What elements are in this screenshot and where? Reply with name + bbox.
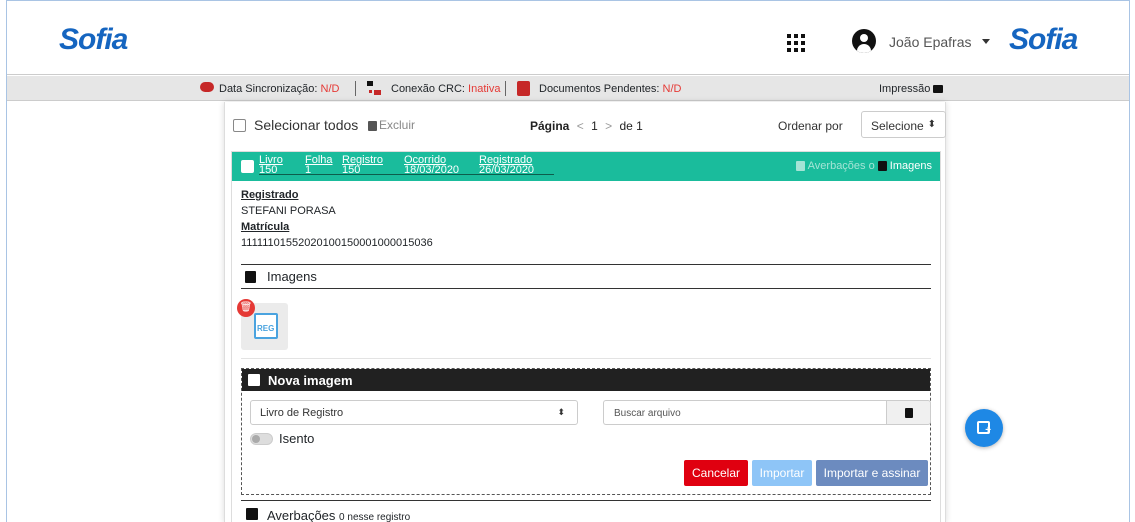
file-icon bbox=[905, 408, 913, 418]
new-image-form: Nova imagem Livro de Registro ⬍ Buscar a… bbox=[241, 368, 931, 495]
registrado-label: Registrado bbox=[241, 189, 299, 201]
add-image-icon bbox=[248, 374, 260, 386]
header-underline bbox=[259, 174, 554, 175]
apps-grid-icon[interactable] bbox=[787, 34, 805, 52]
reg-document-icon: REG bbox=[254, 313, 278, 339]
col-registrado: Registrado 26/03/2020 bbox=[479, 154, 535, 176]
browse-file-button[interactable] bbox=[886, 400, 931, 425]
logo-text: Sofia bbox=[59, 23, 128, 56]
sync-label: Data Sincronização: bbox=[219, 83, 318, 95]
crc-value: Inativa bbox=[468, 83, 501, 95]
new-image-title: Nova imagem bbox=[268, 373, 353, 388]
trash-icon bbox=[368, 120, 377, 131]
averbacoes-section-title: Averbações 0 nesse registro bbox=[241, 500, 931, 522]
add-image-fab[interactable] bbox=[965, 409, 1003, 447]
image-icon bbox=[877, 161, 887, 172]
book-type-value: Livro de Registro bbox=[260, 407, 344, 419]
file-icon bbox=[795, 161, 805, 172]
sort-arrows-icon: ⬍ bbox=[927, 119, 936, 130]
col-registro: Registro 150 bbox=[342, 154, 383, 176]
import-button[interactable]: Importar bbox=[752, 460, 812, 486]
crc-status: Conexão CRC: Inativa bbox=[391, 83, 500, 95]
pending-label: Documentos Pendentes: bbox=[539, 83, 660, 95]
page-current: 1 bbox=[591, 119, 598, 133]
account-circle-icon[interactable] bbox=[852, 29, 876, 53]
file-placeholder: Buscar arquivo bbox=[614, 408, 681, 419]
record-details: Registrado STEFANI PORASA Matrícula 1111… bbox=[241, 187, 433, 251]
add-image-icon bbox=[977, 421, 991, 436]
divider bbox=[241, 358, 931, 359]
tab-averbacoes[interactable]: Averbações bbox=[795, 160, 866, 172]
top-navbar: Sofia João Epafras Sofia bbox=[7, 1, 1129, 75]
select-all-checkbox[interactable] bbox=[233, 119, 246, 132]
next-page-icon[interactable]: > bbox=[605, 119, 612, 133]
file-input[interactable]: Buscar arquivo bbox=[603, 400, 886, 425]
pending-value: N/D bbox=[662, 83, 682, 95]
sync-value: N/D bbox=[320, 83, 340, 95]
user-menu-name[interactable]: João Epafras bbox=[889, 34, 972, 50]
record-checkbox[interactable] bbox=[241, 160, 254, 173]
list-toolbar: Selecionar todos Excluir Página < 1 > de… bbox=[225, 102, 946, 148]
col-folha: Folha 1 bbox=[305, 154, 333, 176]
print-label: Impressão bbox=[879, 83, 931, 95]
import-sign-button[interactable]: Importar e assinar bbox=[816, 460, 928, 486]
chevron-down-icon[interactable] bbox=[982, 39, 990, 44]
image-icon bbox=[245, 271, 256, 283]
records-panel: Selecionar todos Excluir Página < 1 > de… bbox=[224, 102, 946, 522]
prev-page-icon[interactable]: < bbox=[577, 119, 584, 133]
sofia-logo-right: Sofia bbox=[1009, 23, 1078, 57]
network-icon bbox=[367, 81, 381, 95]
sort-arrows-icon: ⬍ bbox=[557, 407, 565, 417]
sofia-logo-left[interactable]: Sofia bbox=[59, 23, 128, 57]
matricula-value: 111111015520201001500010000150​36 bbox=[241, 237, 433, 249]
record-card: Livro 150 Folha 1 Registro 150 Ocorrido 18/0… bbox=[231, 151, 941, 522]
order-value: Selecione bbox=[871, 119, 924, 133]
crc-label: Conexão CRC: bbox=[391, 83, 465, 95]
tab-separator: o bbox=[868, 160, 875, 172]
page-total: de 1 bbox=[619, 119, 643, 133]
cloud-alert-icon bbox=[200, 82, 214, 92]
exempt-toggle[interactable] bbox=[250, 433, 273, 445]
book-type-select[interactable]: Livro de Registro ⬍ bbox=[250, 400, 578, 425]
sync-status: Data Sincronização: N/D bbox=[219, 83, 339, 95]
pending-status: Documentos Pendentes: N/D bbox=[539, 83, 681, 95]
matricula-label: Matrícula bbox=[241, 221, 290, 233]
cancel-button[interactable]: Cancelar bbox=[684, 460, 748, 486]
averbacoes-title: Averbações bbox=[267, 508, 336, 522]
delete-button[interactable]: Excluir bbox=[368, 118, 415, 132]
exempt-label: Isento bbox=[279, 431, 315, 446]
file-icon bbox=[246, 508, 258, 520]
page-label: Página bbox=[530, 119, 570, 133]
col-ocorrido: Ocorrido 18/03/2020 bbox=[404, 154, 460, 176]
averbacoes-count: 0 nesse registro bbox=[339, 512, 411, 522]
document-list-icon bbox=[517, 81, 530, 96]
order-select[interactable]: Selecione ⬍ bbox=[861, 111, 946, 138]
images-title: Imagens bbox=[267, 269, 317, 284]
tab-imagens[interactable]: Imagens bbox=[877, 160, 932, 172]
delete-image-button[interactable]: 🗑 bbox=[237, 299, 255, 317]
delete-label: Excluir bbox=[379, 118, 416, 132]
pagination: Página < 1 > de 1 bbox=[530, 119, 643, 133]
select-all-label[interactable]: Selecionar todos bbox=[254, 117, 358, 133]
registrado-value: STEFANI PORASA bbox=[241, 205, 336, 217]
status-bar: Data Sincronização: N/D Conexão CRC: Ina… bbox=[7, 76, 1129, 101]
record-header: Livro 150 Folha 1 Registro 150 Ocorrido 18/0… bbox=[232, 152, 940, 181]
divider bbox=[505, 81, 506, 96]
divider bbox=[355, 81, 356, 96]
logo-text: Sofia bbox=[1009, 23, 1078, 56]
images-section-title: Imagens bbox=[241, 264, 931, 289]
print-link[interactable]: Impressão bbox=[879, 83, 944, 95]
col-livro: Livro 150 bbox=[259, 154, 283, 176]
app-window: Sofia João Epafras Sofia Data Sincroniza… bbox=[6, 0, 1130, 522]
record-tabs: Averbações o Imagens bbox=[795, 160, 932, 172]
printer-icon bbox=[933, 85, 944, 94]
new-image-header: Nova imagem bbox=[242, 369, 930, 391]
image-thumbnail[interactable]: REG 🗑 bbox=[237, 299, 288, 350]
order-label: Ordenar por bbox=[778, 119, 843, 133]
